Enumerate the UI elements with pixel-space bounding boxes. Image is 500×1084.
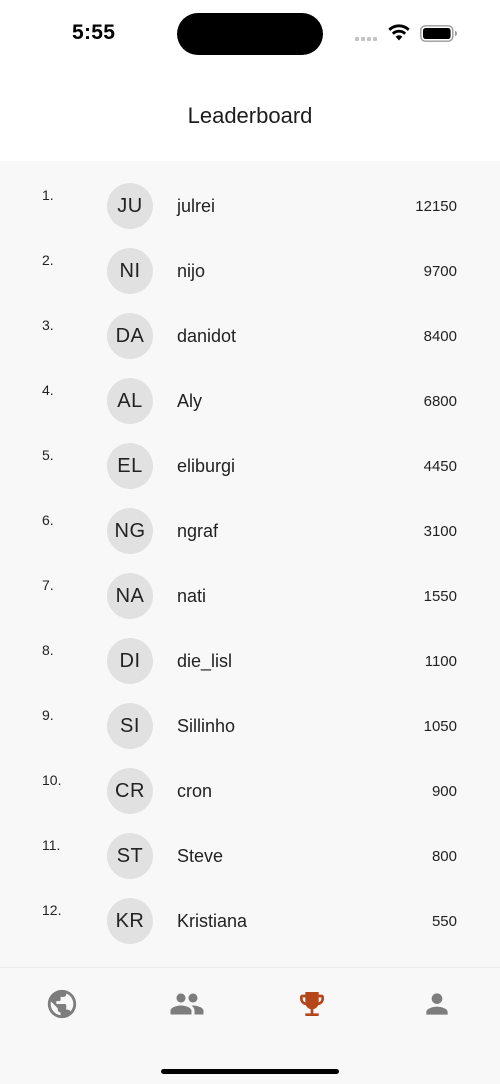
rank-number: 9. (42, 707, 54, 723)
battery-icon (420, 25, 457, 42)
leaderboard-row[interactable]: 11. ST Steve 800 (0, 833, 500, 898)
profile-icon (426, 993, 448, 1015)
username: nati (177, 586, 207, 606)
avatar: JU (107, 183, 153, 229)
page-title: Leaderboard (187, 103, 313, 128)
rank-number: 4. (42, 382, 54, 398)
username: Aly (177, 391, 203, 411)
rank-number: 8. (42, 642, 54, 658)
score: 8400 (423, 328, 457, 345)
avatar: ST (107, 833, 153, 879)
username: danidot (177, 326, 237, 346)
tab-friends[interactable] (165, 984, 209, 1024)
tab-profile[interactable] (415, 984, 459, 1024)
leaderboard-row[interactable]: 4. AL Aly 6800 (0, 378, 500, 443)
score: 1050 (423, 718, 457, 735)
username: cron (177, 781, 213, 801)
score: 4450 (423, 458, 457, 475)
avatar: SI (107, 703, 153, 749)
rank-number: 11. (42, 837, 61, 853)
globe-icon (47, 989, 77, 1019)
leaderboard-screen: 5:55 Leaderboard 1. JU julrei 12150 2. NI nijo… (0, 0, 500, 1084)
username: Sillinho (177, 716, 236, 736)
avatar: NA (107, 573, 153, 619)
avatar: NI (107, 248, 153, 294)
leaderboard-row[interactable]: 10. CR cron 900 (0, 768, 500, 833)
username: eliburgi (177, 456, 236, 476)
leaderboard-list-area[interactable]: 1. JU julrei 12150 2. NI nijo 9700 3. DA danidot 84… (0, 161, 500, 967)
username: ngraf (177, 521, 219, 541)
leaderboard-row[interactable]: 8. DI die_lisl 1100 (0, 638, 500, 703)
rank-number: 7. (42, 577, 54, 593)
rank-number: 12. (42, 902, 62, 918)
score: 6800 (423, 393, 457, 410)
avatar: CR (107, 768, 153, 814)
trophy-icon (300, 992, 324, 1016)
username: nijo (177, 261, 206, 281)
avatar: DI (107, 638, 153, 684)
username: die_lisl (177, 651, 233, 671)
leaderboard-row[interactable]: 9. SI Sillinho 1050 (0, 703, 500, 768)
tab-leaderboard[interactable] (290, 984, 334, 1024)
rank-number: 3. (42, 317, 54, 333)
bottom-tab-bar (0, 967, 500, 1084)
home-indicator[interactable] (161, 1069, 339, 1074)
avatar: NG (107, 508, 153, 554)
username: julrei (177, 196, 216, 216)
score: 3100 (423, 523, 457, 540)
dynamic-island (177, 13, 323, 55)
status-bar: 5:55 (0, 0, 500, 70)
rank-number: 2. (42, 252, 54, 268)
leaderboard-row[interactable]: 6. NG ngraf 3100 (0, 508, 500, 573)
avatar: DA (107, 313, 153, 359)
leaderboard-row[interactable]: 1. JU julrei 12150 (0, 183, 500, 248)
leaderboard-row[interactable]: 12. KR Kristiana 550 (0, 898, 500, 963)
leaderboard-list: 1. JU julrei 12150 2. NI nijo 9700 3. DA danidot 84… (0, 183, 500, 963)
username: Kristiana (177, 911, 248, 931)
score: 550 (431, 913, 457, 930)
friends-icon (170, 993, 204, 1015)
avatar: AL (107, 378, 153, 424)
leaderboard-row[interactable]: 5. EL eliburgi 4450 (0, 443, 500, 508)
username: Steve (177, 846, 224, 866)
tab-world[interactable] (40, 984, 84, 1024)
status-time: 5:55 (72, 21, 116, 44)
score: 800 (431, 848, 457, 865)
score: 900 (431, 783, 457, 800)
rank-number: 6. (42, 512, 54, 528)
leaderboard-row[interactable]: 3. DA danidot 8400 (0, 313, 500, 378)
rank-number: 10. (42, 772, 62, 788)
score: 1100 (424, 653, 457, 670)
rank-number: 1. (42, 187, 54, 203)
rank-number: 5. (42, 447, 54, 463)
leaderboard-row[interactable]: 2. NI nijo 9700 (0, 248, 500, 313)
score: 1550 (423, 588, 457, 605)
leaderboard-row[interactable]: 7. NA nati 1550 (0, 573, 500, 638)
score: 9700 (423, 263, 457, 280)
wifi-icon (388, 24, 410, 41)
cellular-signal-icon (355, 37, 377, 41)
avatar: KR (107, 898, 153, 944)
avatar: EL (107, 443, 153, 489)
score: 12150 (415, 198, 457, 215)
